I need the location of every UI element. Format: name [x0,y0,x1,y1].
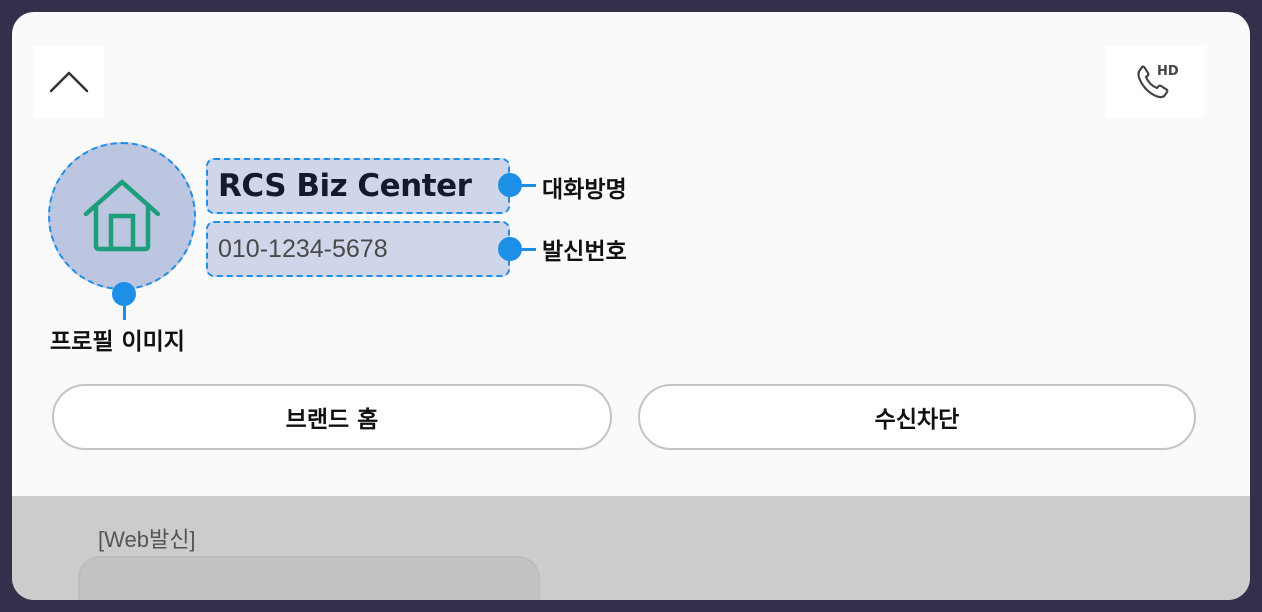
brand-home-button[interactable]: 브랜드 홈 [52,384,612,450]
profile-image [48,142,196,290]
collapse-button[interactable] [34,46,104,118]
profile-image-annotation: 프로필 이미지 [50,329,185,355]
sender-number-annotation: 발신번호 [542,239,627,265]
chevron-up-icon [49,71,89,93]
web-send-label: [Web발신] [98,527,196,552]
block-messages-button[interactable]: 수신차단 [638,384,1196,450]
sender-number: 010-1234-5678 [206,221,510,277]
hd-phone-icon: HD [1137,64,1179,99]
sender-number-marker [498,237,522,261]
chat-name: RCS Biz Center [206,158,510,214]
home-icon [83,179,161,252]
device-screen: HD RCS Biz Center 010-1234-5678 대화방명 발신번… [12,12,1250,600]
chat-area: [Web발신] [12,496,1250,600]
profile-image-connector [123,302,126,320]
hd-badge: HD [1157,64,1179,79]
chat-name-annotation: 대화방명 [542,177,627,203]
message-bubble [78,556,540,600]
chat-name-marker [498,173,522,197]
hd-call-button[interactable]: HD [1106,46,1204,118]
